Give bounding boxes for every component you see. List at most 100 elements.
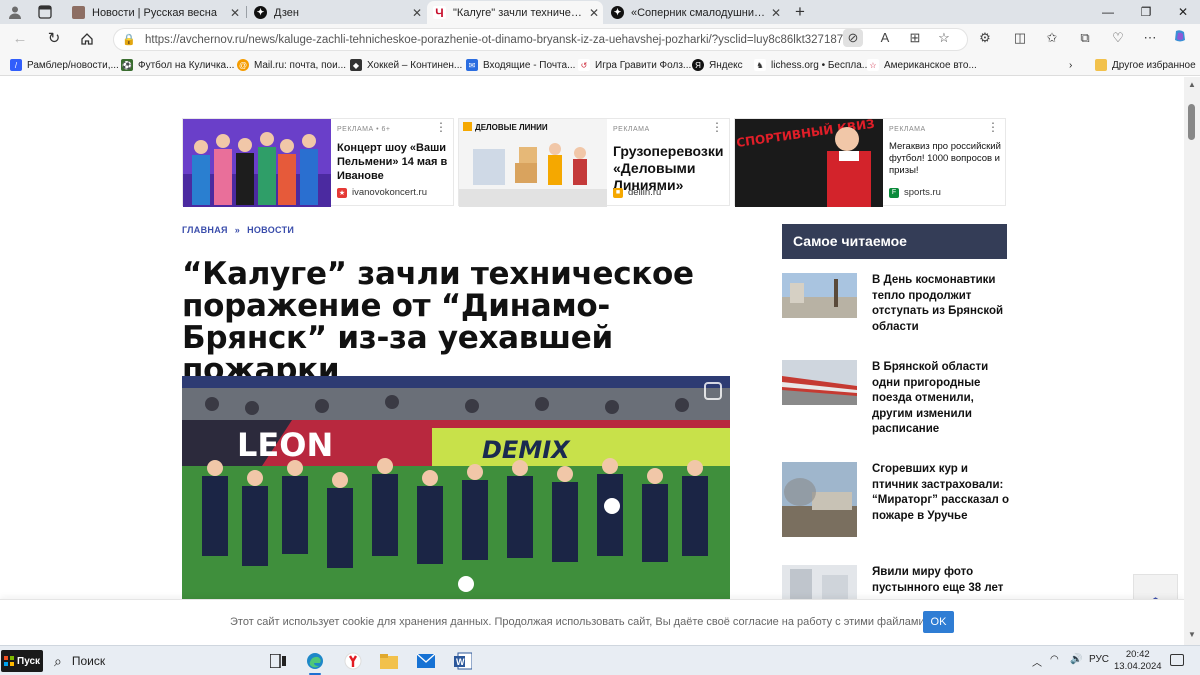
word-app-icon[interactable]: W <box>451 650 475 672</box>
ad-card-sports-quiz[interactable]: СПОРТИВНЫЙ КВИЗ РЕКЛАМА ⋮ Мегаквиз про р… <box>734 118 1007 207</box>
page-scrollbar[interactable]: ▲ ▼ <box>1184 77 1200 645</box>
clock-date: 13.04.2024 <box>1114 661 1162 672</box>
back-button[interactable]: ← <box>10 29 30 49</box>
new-tab-button[interactable]: + <box>790 2 810 22</box>
ad-label: РЕКЛАМА • 6+ <box>337 126 391 133</box>
volume-icon[interactable]: 🔊 <box>1070 654 1082 665</box>
folder-icon <box>1095 59 1107 71</box>
address-bar[interactable]: 🔒 https://avchernov.ru/news/kaluge-zachl… <box>113 28 968 51</box>
favorites-icon[interactable]: ✩ <box>1042 29 1062 47</box>
read-aloud-icon[interactable]: A <box>875 29 895 47</box>
extensions-icon[interactable]: ⚙ <box>975 29 995 47</box>
leon-banner: LEON <box>237 426 333 464</box>
breadcrumb-home[interactable]: ГЛАВНАЯ <box>182 225 228 235</box>
favorites-bar: / Рамблер/новости,... ⚽ Футбол на Куличка.… <box>0 54 1200 76</box>
scroll-down-arrow-icon[interactable]: ▼ <box>1188 630 1196 639</box>
reload-button[interactable]: ↻ <box>44 29 64 49</box>
ad-menu-icon[interactable]: ⋮ <box>711 121 723 133</box>
avchernov-favicon: Ч <box>433 6 446 20</box>
close-tab-icon[interactable]: ✕ <box>767 6 785 20</box>
ad-menu-icon[interactable]: ⋮ <box>435 121 447 133</box>
tray-overflow-icon[interactable]: ︿ <box>1032 654 1042 669</box>
copilot-icon[interactable] <box>1170 29 1190 47</box>
split-screen-icon[interactable]: ◫ <box>1010 29 1030 47</box>
language-indicator[interactable]: РУС <box>1089 654 1109 665</box>
most-read-title[interactable]: В День космонавтики тепло продолжит отст… <box>872 273 1010 335</box>
browser-essentials-icon[interactable]: ♡ <box>1108 29 1128 47</box>
lichess-icon: ♞ <box>754 59 766 71</box>
ad-card-dellin[interactable]: ДЕЛОВЫЕ ЛИНИИ РЕКЛАМА ⋮ Грузоперевозки «… <box>458 118 730 207</box>
edge-browser-icon[interactable] <box>303 650 327 675</box>
ad-title[interactable]: Концерт шоу «Ваши Пельмени» 14 мая в Ива… <box>337 141 455 183</box>
ad-title[interactable]: Мегаквиз про российский футбол! 1000 воп… <box>889 141 1007 177</box>
favorite-american[interactable]: ☆ Американское вто... <box>867 58 977 72</box>
favorite-khl[interactable]: ◆ Хоккей – Континен... <box>350 58 462 72</box>
demix-banner: DEMIX <box>482 436 571 464</box>
clock-time: 20:42 <box>1125 649 1150 660</box>
most-read-title[interactable]: Сгоревших кур и птичник застраховали: “М… <box>872 462 1010 524</box>
tab-title: Новости | Русская весна <box>92 6 217 19</box>
ad-card-concert[interactable]: РЕКЛАМА • 6+ ⋮ Концерт шоу «Ваши Пельмен… <box>182 118 455 207</box>
favorite-mailru[interactable]: @ Mail.ru: почта, пои... <box>237 58 346 72</box>
collections-icon[interactable]: ⧉ <box>1075 29 1095 47</box>
ad-label: РЕКЛАМА <box>613 126 650 133</box>
mail-app-icon[interactable] <box>414 650 438 672</box>
more-favorites-chevron-icon[interactable]: › <box>1069 58 1072 72</box>
breadcrumb-news[interactable]: НОВОСТИ <box>247 225 294 235</box>
minimize-button[interactable]: — <box>1093 2 1123 22</box>
news-thumbnail[interactable] <box>782 462 857 537</box>
tab-kaluga-article[interactable]: Ч "Калуге" зачли техническое пор... ✕ <box>427 1 603 24</box>
url-text[interactable]: https://avchernov.ru/news/kaluge-zachli-… <box>145 34 856 46</box>
start-button[interactable]: Пуск <box>1 650 43 672</box>
wifi-icon[interactable]: ◠ <box>1050 654 1059 665</box>
dzen-favicon: ✦ <box>611 6 624 19</box>
favorite-lichess[interactable]: ♞ lichess.org • Беспла... <box>754 58 870 72</box>
close-tab-icon[interactable]: ✕ <box>226 6 244 20</box>
clock[interactable]: 20:42 13.04.2024 <box>1114 649 1162 673</box>
task-view-icon[interactable] <box>266 650 290 672</box>
taskbar-search[interactable]: ⌕ Поиск <box>46 649 256 673</box>
news-thumbnail[interactable] <box>782 273 857 318</box>
scroll-up-arrow-icon[interactable]: ▲ <box>1188 80 1196 89</box>
cookie-ok-button[interactable]: OK <box>923 611 954 633</box>
news-thumbnail[interactable] <box>782 360 857 405</box>
tab-russian-spring[interactable]: Новости | Русская весна ✕ <box>66 1 244 24</box>
home-button[interactable] <box>77 29 97 49</box>
tracking-prevention-icon[interactable]: ⊘ <box>843 29 863 47</box>
ad-source[interactable]: Fsports.ru <box>889 187 941 198</box>
ad-source[interactable]: ■ dellin.ru <box>613 187 661 198</box>
tab-opponent[interactable]: ✦ «Соперник смалодушничал. Ко... ✕ <box>605 1 785 24</box>
article-photo[interactable]: LEON DEMIX <box>182 376 730 606</box>
ad-menu-icon[interactable]: ⋮ <box>987 121 999 133</box>
football-site-icon: ⚽ <box>121 59 133 71</box>
favorite-football[interactable]: ⚽ Футбол на Куличка... <box>121 58 234 72</box>
favorite-star-icon[interactable]: ☆ <box>934 29 954 47</box>
tab-dzen[interactable]: ✦ Дзен ✕ <box>248 1 426 24</box>
tab-title: «Соперник смалодушничал. Ко... <box>631 6 767 19</box>
profile-icon[interactable] <box>6 3 24 21</box>
yandex-browser-icon[interactable] <box>341 650 365 672</box>
close-window-button[interactable]: ✕ <box>1168 2 1198 22</box>
lock-icon[interactable]: 🔒 <box>122 33 136 46</box>
app-available-icon[interactable]: ⊞ <box>905 29 925 47</box>
settings-menu-icon[interactable]: ⋯ <box>1140 29 1160 47</box>
favorite-gravity-falls[interactable]: ↺ Игра Гравити Фолз... <box>578 58 691 72</box>
file-explorer-icon[interactable] <box>377 650 401 672</box>
other-favorites-folder[interactable]: Другое избранное <box>1095 58 1196 72</box>
close-tab-icon[interactable]: ✕ <box>408 6 426 20</box>
close-tab-icon[interactable]: ✕ <box>585 6 603 20</box>
tab-actions-icon[interactable] <box>36 3 54 21</box>
favorite-rambler[interactable]: / Рамблер/новости,... <box>10 58 119 72</box>
notification-center-icon[interactable] <box>1170 654 1184 666</box>
russian-spring-favicon <box>72 6 85 19</box>
scrollbar-thumb[interactable] <box>1188 104 1195 140</box>
tab-title: Дзен <box>274 6 299 19</box>
ad-source[interactable]: ★ ivanovokoncert.ru <box>337 187 427 198</box>
expand-photo-icon[interactable] <box>704 382 722 400</box>
most-read-title[interactable]: В Брянской области одни пригородные поез… <box>872 360 1010 438</box>
favorite-inbox[interactable]: ✉ Входящие - Почта... <box>466 58 575 72</box>
mail-icon: ✉ <box>466 59 478 71</box>
ad-label: РЕКЛАМА <box>889 126 926 133</box>
favorite-yandex[interactable]: Я Яндекс <box>692 58 743 72</box>
restore-button[interactable]: ❐ <box>1131 2 1161 22</box>
